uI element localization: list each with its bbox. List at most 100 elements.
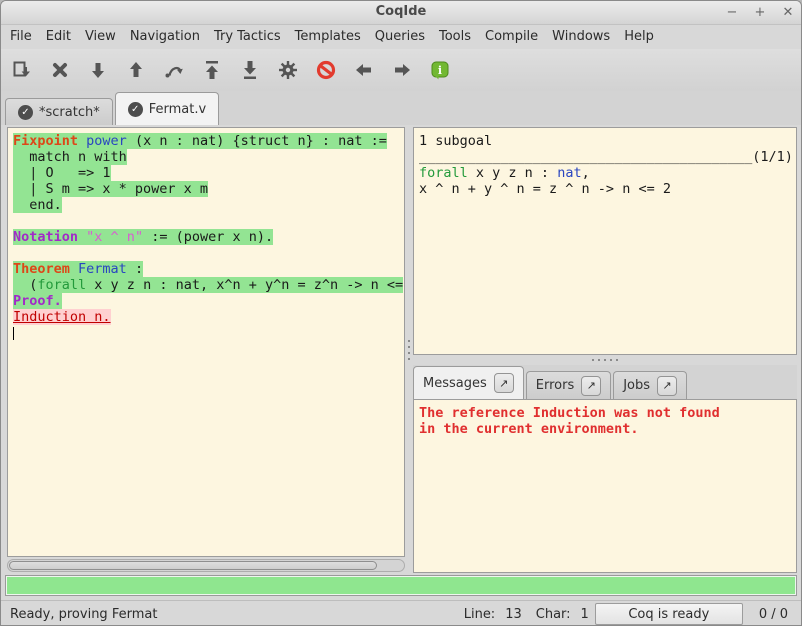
restart-button[interactable] bbox=[199, 55, 225, 85]
tab-label: Errors bbox=[536, 378, 574, 393]
svg-text:i: i bbox=[438, 64, 442, 77]
tab-scratch[interactable]: ✓ *scratch* bbox=[5, 98, 113, 125]
code-line bbox=[13, 325, 404, 341]
back-button[interactable] bbox=[351, 55, 377, 85]
tab-jobs[interactable]: Jobs ↗ bbox=[613, 371, 687, 399]
tab-label: Fermat.v bbox=[149, 102, 206, 117]
toolbar: i bbox=[1, 49, 801, 91]
status-message: Ready, proving Fermat bbox=[10, 607, 450, 622]
horizontal-scrollbar[interactable] bbox=[7, 559, 405, 572]
status-bar: Ready, proving Fermat Line: 13 Char: 1 C… bbox=[1, 600, 801, 626]
go-to-cursor-icon bbox=[164, 60, 184, 80]
title-bar[interactable]: CoqIde − + ✕ bbox=[1, 1, 801, 25]
goals-text: 1 subgoal_______________________________… bbox=[414, 128, 796, 197]
coq-state-indicator: Coq is ready bbox=[595, 603, 743, 625]
arrow-down-icon bbox=[88, 60, 108, 80]
save-icon bbox=[12, 60, 32, 80]
script-editor[interactable]: Fixpoint power (x n : nat) {struct n} : … bbox=[7, 127, 405, 557]
code-line: end. bbox=[13, 197, 404, 213]
script-code: Fixpoint power (x n : nat) {struct n} : … bbox=[8, 128, 404, 341]
interrupt-button[interactable] bbox=[313, 55, 339, 85]
minimize-icon[interactable]: − bbox=[725, 1, 739, 25]
about-button[interactable]: i bbox=[427, 55, 453, 85]
code-line: (forall x y z n : nat, x^n + y^n = z^n -… bbox=[13, 277, 404, 293]
menu-item-compile[interactable]: Compile bbox=[478, 25, 545, 49]
check-icon: ✓ bbox=[18, 105, 33, 120]
detach-icon[interactable]: ↗ bbox=[494, 373, 514, 393]
code-line: The reference Induction was not found bbox=[419, 405, 796, 421]
code-line: Proof. bbox=[13, 293, 404, 309]
window-controls: − + ✕ bbox=[725, 1, 795, 25]
vertical-splitter[interactable] bbox=[405, 127, 413, 573]
scrollbar-thumb[interactable] bbox=[9, 561, 377, 570]
step-forward-button[interactable] bbox=[85, 55, 111, 85]
progress-bar bbox=[5, 575, 797, 596]
code-line: forall x y z n : nat, bbox=[419, 165, 796, 181]
code-line: Induction n. bbox=[13, 309, 404, 325]
tab-label: Jobs bbox=[623, 378, 650, 393]
menu-item-view[interactable]: View bbox=[78, 25, 123, 49]
char-label: Char: bbox=[536, 607, 571, 622]
code-line: Theorem Fermat : bbox=[13, 261, 404, 277]
menu-bar: FileEditViewNavigationTry TacticsTemplat… bbox=[1, 25, 801, 49]
close-icon bbox=[50, 60, 70, 80]
goals-panel[interactable]: 1 subgoal_______________________________… bbox=[413, 127, 797, 355]
code-line: ________________________________________… bbox=[419, 149, 796, 165]
arrow-up-bar-icon bbox=[202, 60, 222, 80]
horizontal-splitter[interactable] bbox=[413, 355, 797, 365]
task-counter: 0 / 0 bbox=[759, 607, 788, 622]
menu-item-file[interactable]: File bbox=[3, 25, 39, 49]
messages-panel[interactable]: The reference Induction was not foundin … bbox=[413, 399, 797, 573]
code-line: | O => 1 bbox=[13, 165, 404, 181]
tab-label: *scratch* bbox=[39, 105, 100, 120]
maximize-icon[interactable]: + bbox=[753, 1, 767, 25]
code-line: Notation "x ^ n" := (power x n). bbox=[13, 229, 404, 245]
go-to-cursor-button[interactable] bbox=[161, 55, 187, 85]
window-title: CoqIde bbox=[1, 4, 801, 19]
code-line bbox=[13, 213, 404, 229]
code-line: Fixpoint power (x n : nat) {struct n} : … bbox=[13, 133, 404, 149]
tab-errors[interactable]: Errors ↗ bbox=[526, 371, 611, 399]
arrow-right-icon bbox=[392, 60, 412, 80]
text-cursor bbox=[13, 327, 14, 340]
menu-item-queries[interactable]: Queries bbox=[368, 25, 432, 49]
coqide-window: CoqIde − + ✕ FileEditViewNavigationTry T… bbox=[0, 0, 802, 626]
step-back-button[interactable] bbox=[123, 55, 149, 85]
fully-check-button[interactable] bbox=[275, 55, 301, 85]
close-tab-button[interactable] bbox=[47, 55, 73, 85]
menu-item-help[interactable]: Help bbox=[617, 25, 661, 49]
line-value: 13 bbox=[505, 607, 522, 622]
code-line: | S m => x * power x m bbox=[13, 181, 404, 197]
tab-messages[interactable]: Messages ↗ bbox=[413, 366, 524, 399]
menu-item-edit[interactable]: Edit bbox=[39, 25, 78, 49]
messages-text: The reference Induction was not foundin … bbox=[414, 400, 796, 437]
arrow-down-bar-icon bbox=[240, 60, 260, 80]
gear-icon bbox=[278, 60, 298, 80]
menu-item-tools[interactable]: Tools bbox=[432, 25, 478, 49]
stop-sign-icon bbox=[316, 60, 336, 80]
menu-item-windows[interactable]: Windows bbox=[545, 25, 617, 49]
forward-button[interactable] bbox=[389, 55, 415, 85]
info-bubble-icon: i bbox=[430, 60, 450, 80]
tab-fermat[interactable]: ✓ Fermat.v bbox=[115, 92, 219, 125]
detach-icon[interactable]: ↗ bbox=[581, 376, 601, 396]
menu-item-navigation[interactable]: Navigation bbox=[123, 25, 207, 49]
code-line: in the current environment. bbox=[419, 421, 796, 437]
document-tabbar: ✓ *scratch* ✓ Fermat.v bbox=[1, 91, 801, 125]
code-line bbox=[13, 245, 404, 261]
message-tabbar: Messages ↗ Errors ↗ Jobs ↗ bbox=[413, 365, 797, 399]
arrow-up-icon bbox=[126, 60, 146, 80]
menu-item-templates[interactable]: Templates bbox=[288, 25, 368, 49]
close-icon[interactable]: ✕ bbox=[781, 1, 795, 25]
code-line: 1 subgoal bbox=[419, 133, 796, 149]
code-line: match n with bbox=[13, 149, 404, 165]
detach-icon[interactable]: ↗ bbox=[657, 376, 677, 396]
menu-item-try-tactics[interactable]: Try Tactics bbox=[207, 25, 288, 49]
line-label: Line: bbox=[464, 607, 495, 622]
go-to-end-button[interactable] bbox=[237, 55, 263, 85]
tab-label: Messages bbox=[423, 376, 487, 391]
code-line: x ^ n + y ^ n = z ^ n -> n <= 2 bbox=[419, 181, 796, 197]
check-icon: ✓ bbox=[128, 102, 143, 117]
char-value: 1 bbox=[581, 607, 589, 622]
save-button[interactable] bbox=[9, 55, 35, 85]
